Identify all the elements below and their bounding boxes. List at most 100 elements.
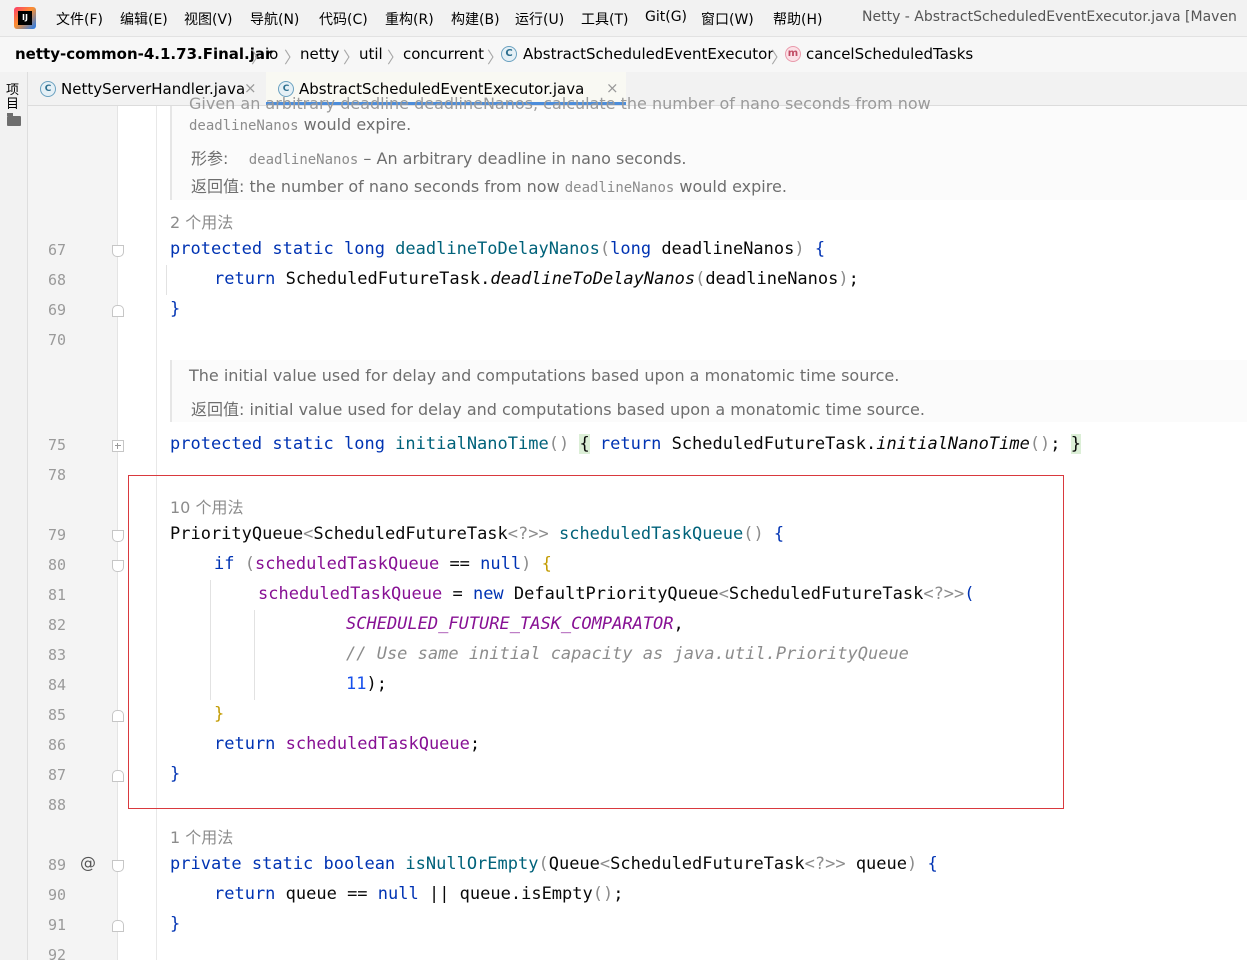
java-class-icon: C [40, 81, 56, 97]
folder-icon[interactable] [7, 113, 21, 126]
code-expression: || queue. [418, 884, 522, 904]
code-folded-brace[interactable]: } [1070, 434, 1082, 454]
fold-marker-icon[interactable] [112, 245, 124, 257]
fold-marker-icon[interactable] [112, 860, 124, 872]
line-number: 75 [47, 436, 66, 454]
code-semicolon: ; [613, 884, 624, 904]
line-number: 88 [47, 796, 66, 814]
line-number: 87 [47, 766, 66, 784]
intellij-logo-icon[interactable]: IJ [14, 7, 36, 29]
javadoc-text: would expire. [298, 115, 412, 134]
line-number: 84 [47, 676, 66, 694]
code-brace: { [804, 239, 826, 259]
rendered-javadoc[interactable]: Given an arbitrary deadline deadlineNano… [170, 94, 1247, 200]
menu-refactor[interactable]: 重构(R) [385, 9, 434, 29]
code-line[interactable]: private static boolean isNullOrEmpty(Que… [170, 853, 938, 875]
fold-marker-icon[interactable] [112, 560, 124, 572]
menu-help[interactable]: 帮助(H) [773, 9, 822, 29]
javadoc-text: deadlineNanos would expire. [189, 115, 411, 134]
code-method-name: isNullOrEmpty [405, 854, 539, 874]
code-paren: () [1029, 434, 1051, 454]
annotation-highlight-box [128, 475, 1064, 809]
project-tool-tab[interactable]: 项目 [6, 84, 22, 112]
code-paren: ( [538, 854, 549, 874]
line-number: 92 [47, 946, 66, 964]
override-marker-icon[interactable]: @ [80, 853, 96, 872]
code-class: ScheduledFutureTask. [671, 434, 877, 454]
menu-run[interactable]: 运行(U) [515, 9, 564, 29]
breadcrumb-io[interactable]: io [265, 45, 278, 63]
breadcrumb-separator-icon: 〉 [284, 48, 301, 67]
code-paren: ( [695, 269, 706, 289]
breadcrumb-jar[interactable]: netty-common-4.1.73.Final.jar [15, 45, 272, 63]
javadoc-text: – An arbitrary deadline in nano seconds. [358, 149, 687, 168]
javadoc-text: the number of nano seconds from now [244, 177, 565, 196]
menu-tools[interactable]: 工具(T) [581, 9, 628, 29]
code-class: ScheduledFutureTask. [285, 269, 491, 289]
fold-marker-icon[interactable] [112, 710, 124, 722]
javadoc-text: Given an arbitrary deadline deadlineNano… [189, 94, 931, 113]
code-keyword: protected static long [170, 239, 396, 259]
javadoc-return-tag: 返回值: [191, 400, 245, 419]
class-icon: C [501, 46, 517, 62]
javadoc-text: would expire. [674, 177, 787, 196]
line-number: 91 [47, 916, 66, 934]
menu-git[interactable]: Git(G) [645, 9, 687, 25]
code-line[interactable]: protected static long initialNanoTime() … [170, 433, 1082, 455]
javadoc-param-tag: 形参: [191, 149, 229, 168]
code-line[interactable]: return ScheduledFutureTask.deadlineToDel… [214, 268, 859, 290]
breadcrumb-class[interactable]: AbstractScheduledEventExecutor [523, 45, 774, 63]
line-number: 70 [47, 331, 66, 349]
fold-expand-icon[interactable] [112, 440, 124, 452]
code-expression: queue == [285, 884, 378, 904]
breadcrumb-netty[interactable]: netty [300, 45, 339, 63]
usage-hint[interactable]: 2 个用法 [170, 209, 233, 233]
javadoc-return-tag: 返回值: [191, 177, 245, 196]
code-generic: < [599, 854, 611, 874]
menu-window[interactable]: 窗口(W) [701, 9, 754, 29]
javadoc-code: deadlineNanos [564, 180, 675, 196]
code-keyword: private static boolean [170, 854, 406, 874]
menu-edit[interactable]: 编辑(E) [120, 9, 168, 29]
menu-build[interactable]: 构建(B) [451, 9, 500, 29]
code-paren: ) [794, 239, 805, 259]
fold-marker-icon[interactable] [112, 920, 124, 932]
fold-marker-icon[interactable] [112, 770, 124, 782]
code-line[interactable]: return queue == null || queue.isEmpty(); [214, 883, 623, 905]
code-keyword: return [214, 269, 286, 289]
fold-marker-icon[interactable] [112, 305, 124, 317]
line-number: 82 [47, 616, 66, 634]
line-number: 79 [47, 526, 66, 544]
code-arg: deadlineNanos [705, 269, 839, 289]
code-paren: ) [907, 854, 918, 874]
breadcrumb-method[interactable]: cancelScheduledTasks [806, 45, 973, 63]
menu-file[interactable]: 文件(F) [56, 9, 103, 29]
code-folded-brace[interactable]: { [579, 434, 590, 454]
line-number: 69 [47, 301, 66, 319]
menu-code[interactable]: 代码(C) [319, 9, 368, 29]
fold-marker-icon[interactable] [112, 530, 124, 542]
line-number: 68 [47, 271, 66, 289]
line-number: 86 [47, 736, 66, 754]
code-method-name: initialNanoTime [395, 434, 549, 454]
breadcrumb-util[interactable]: util [359, 45, 383, 63]
breadcrumb-concurrent[interactable]: concurrent [403, 45, 484, 63]
code-type: ScheduledFutureTask [610, 854, 805, 874]
code-line[interactable]: } [170, 913, 180, 935]
line-number: 78 [47, 466, 66, 484]
code-semicolon: ; [1050, 434, 1061, 454]
menu-navigate[interactable]: 导航(N) [250, 9, 299, 29]
method-icon: m [785, 46, 801, 62]
menu-view[interactable]: 视图(V) [184, 9, 233, 29]
code-param: deadlineNanos [651, 239, 795, 259]
line-number: 83 [47, 646, 66, 664]
code-line[interactable]: protected static long deadlineToDelayNan… [170, 238, 825, 260]
javadoc-text: The initial value used for delay and com… [189, 366, 900, 385]
line-number: 89 [47, 856, 66, 874]
javadoc-code: deadlineNanos [248, 152, 359, 168]
code-line[interactable]: } [170, 298, 180, 320]
javadoc-text: initial value used for delay and computa… [244, 400, 925, 419]
rendered-javadoc[interactable]: The initial value used for delay and com… [170, 360, 1247, 422]
code-generic: <?>> [804, 854, 846, 874]
usage-hint[interactable]: 1 个用法 [170, 824, 233, 848]
